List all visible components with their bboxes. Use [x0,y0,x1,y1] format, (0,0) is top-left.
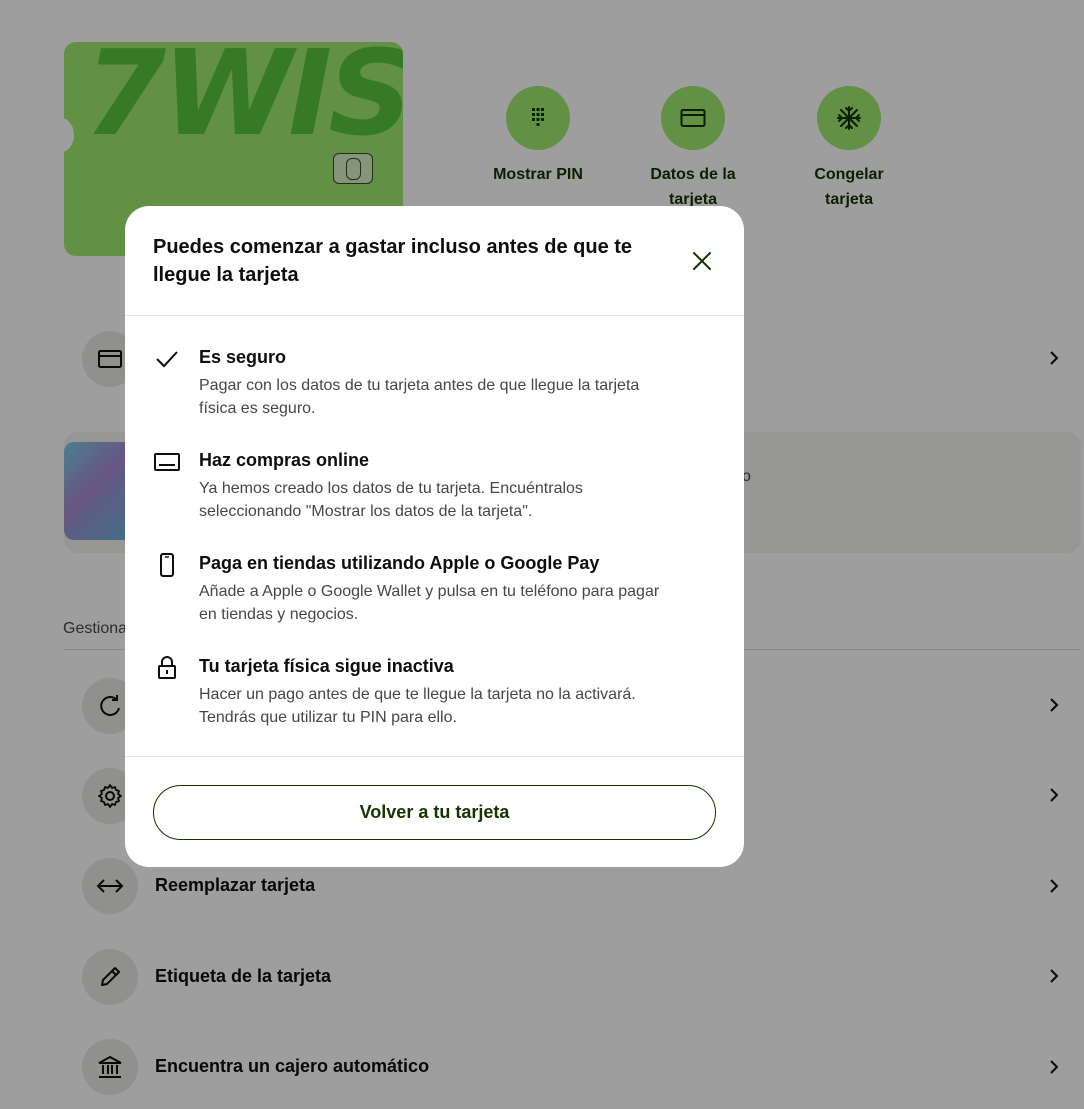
feature-description: Añade a Apple o Google Wallet y pulsa en… [199,583,660,623]
feature-title: Tu tarjeta física sigue inactiva [199,656,454,676]
info-modal: Puedes comenzar a gastar incluso antes d… [125,206,744,867]
close-icon[interactable] [692,251,712,271]
back-to-card-button[interactable]: Volver a tu tarjeta [153,785,716,840]
feature-description: Ya hemos creado los datos de tu tarjeta.… [199,480,583,520]
phone-icon [153,551,181,579]
close-button[interactable] [687,246,717,276]
modal-footer-divider [125,756,744,757]
modal-header: Puedes comenzar a gastar incluso antes d… [125,206,744,316]
lock-icon [153,654,181,682]
feature-description: Pagar con los datos de tu tarjeta antes … [199,377,640,417]
modal-title: Puedes comenzar a gastar incluso antes d… [153,236,633,286]
feature-title: Paga en tiendas utilizando Apple o Googl… [199,553,600,573]
feature-title: Haz compras online [199,450,370,470]
feature-description: Hacer un pago antes de que te llegue la … [199,686,636,726]
checkmark-icon [153,345,181,373]
online-card-icon [153,448,181,476]
feature-title: Es seguro [199,347,287,367]
